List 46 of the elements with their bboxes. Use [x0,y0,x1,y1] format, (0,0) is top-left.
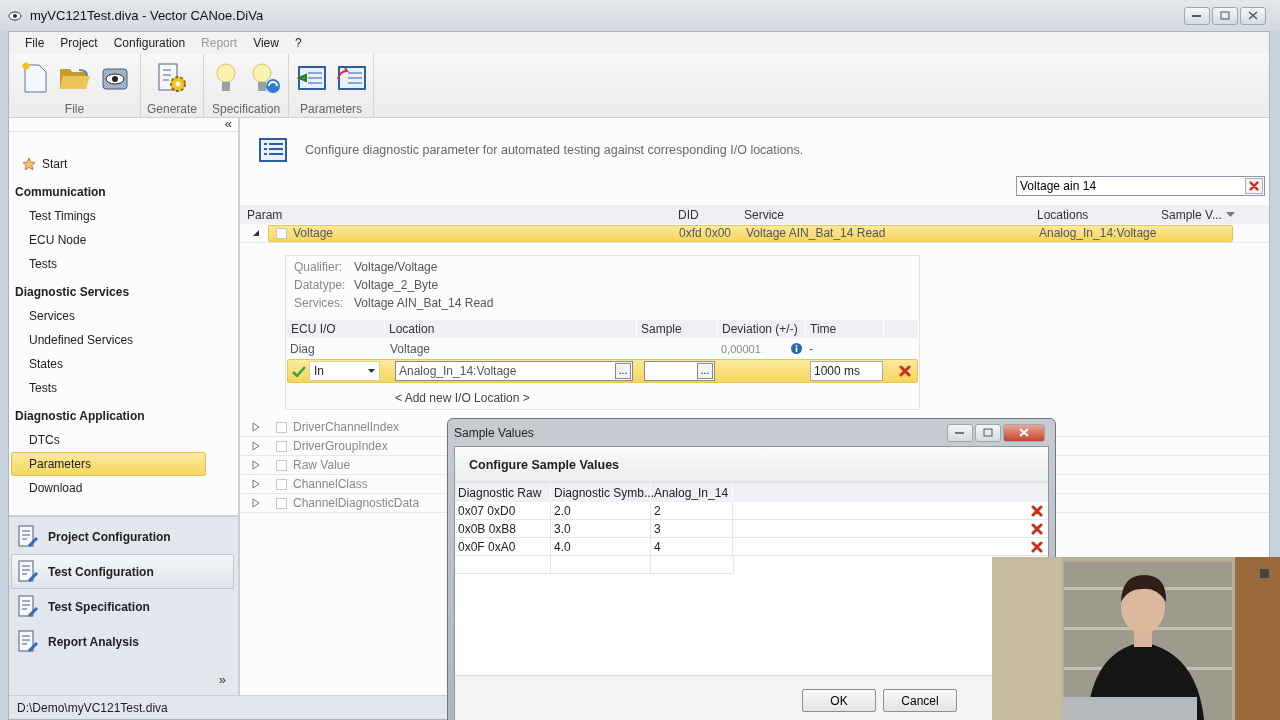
sidebar-section-title: Communication [15,185,106,199]
table-cell: 3 [651,520,733,537]
table-cell-text: 0xfd 0x00 [679,226,733,240]
status-text: D:\Demo\myVC121Test.diva [17,700,168,715]
column-header: Sample [637,320,718,338]
column-header: Location [385,320,637,338]
field-label: Services: [294,296,345,310]
window-title: myVC121Test.diva - Vector CANoe.DiVa [30,8,265,23]
table-cell-text: - [808,341,814,356]
table-cell: 4 [651,538,733,555]
table-cell-text: Voltage [389,341,432,356]
table-cell: 0x07 0xD0 [455,502,551,519]
dialog-heading: Configure Sample Values [469,457,620,472]
table-cell: ChannelClass [293,477,368,491]
ribbon-group-label: File [64,102,85,116]
ribbon-group-label: Specification [212,102,281,116]
table-cell-text: 0,00001 [720,342,761,355]
table-cell: 4.0 [551,538,651,555]
table-cell: 2.0 [551,502,651,519]
table-cell: 3.0 [551,520,651,537]
column-header: ECU I/O [287,320,385,338]
table-cell: Voltage [293,226,334,240]
field-value: Voltage/Voltage [354,260,439,274]
column-header: Diagnostic Raw [455,483,551,502]
table-cell: 0x0F 0xA0 [455,538,551,555]
table-cell: Raw Value [293,458,351,472]
sidebar-section-title: Diagnostic Application [15,409,145,423]
field-label: Qualifier: [294,260,344,274]
table-cell: 2 [651,502,733,519]
table-cell-text: Voltage AIN_Bat_14 Read [746,226,887,240]
sidebar-section-title: Diagnostic Services [15,285,130,299]
table-cell: DriverChannelIndex [293,420,400,434]
ribbon-group-label: Generate [147,102,198,116]
ribbon-group-label: Parameters [300,102,363,116]
field-value: Voltage AIN_Bat_14 Read [354,296,495,310]
table-cell-text: Analog_In_14:Voltage [1039,226,1158,240]
column-header: Time [806,320,884,338]
table-cell: 0x0B 0xB8 [455,520,551,537]
table-cell: DriverGroupIndex [293,439,388,453]
field-value: Voltage_2_Byte [354,278,440,292]
column-header: Deviation (+/-) [718,320,806,338]
table-cell: ChannelDiagnosticData [293,496,420,510]
field-label: Datatype: [294,278,347,292]
dialog-title: Sample Values [454,425,534,440]
table-cell-text: Diag [289,341,316,356]
page-description: Configure diagnostic parameter for automated testing against corresponding I/O locations. [305,143,804,157]
